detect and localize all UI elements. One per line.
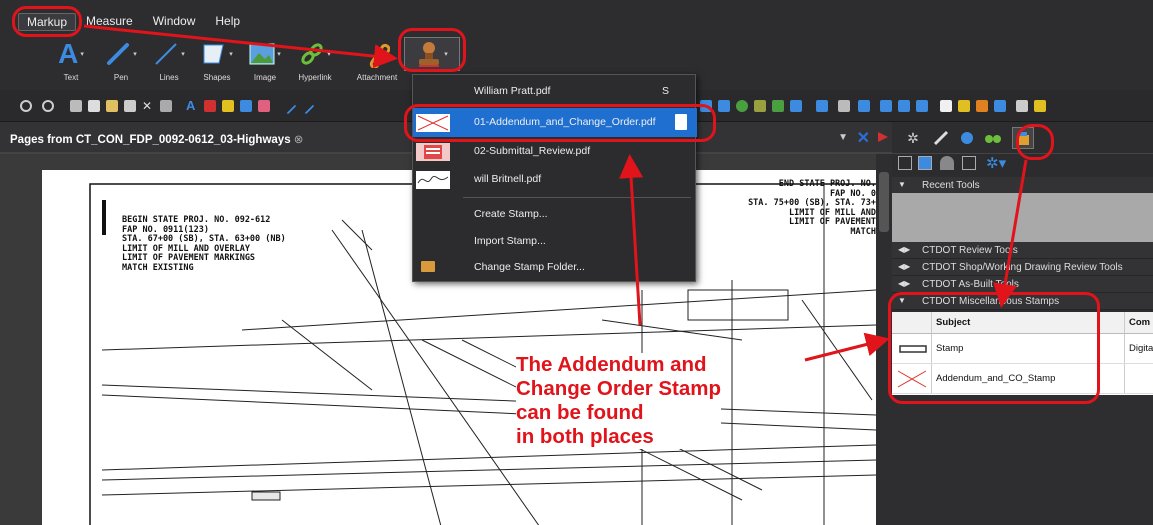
stamp-tool-highlight [398,28,466,72]
tool-chest-tab-highlight [1016,124,1054,160]
annotation-line: The Addendum and [516,353,707,376]
annotation-callout: The Addendum and Change Order Stamp can … [516,353,722,449]
bluebeam-app: Markup Measure Window Help A ▾ Text ▾ Pen… [0,0,1153,525]
dropdown-item-highlight [404,104,716,142]
tool-chest-stamps-highlight [888,292,1100,404]
annotation-line: in both places [516,425,654,448]
annotation-line: can be found [516,401,644,424]
annotation-line: Change Order Stamp [516,377,722,400]
markup-menu-highlight [12,6,82,37]
